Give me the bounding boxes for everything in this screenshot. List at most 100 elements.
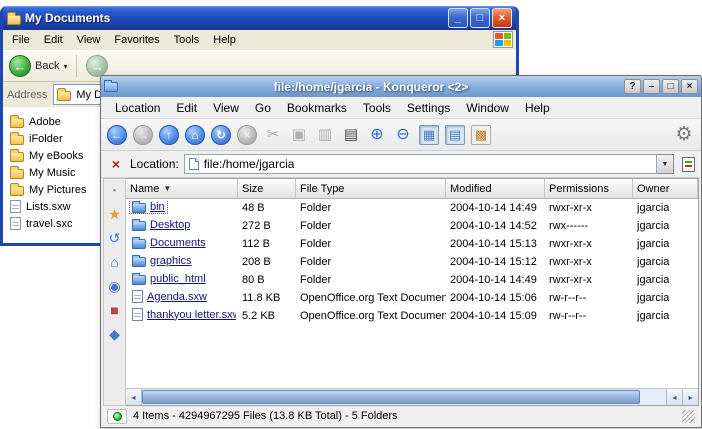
network-icon[interactable]: ◉ [106, 277, 124, 295]
kq-close-button[interactable]: × [681, 79, 698, 94]
history-icon[interactable]: ↺ [106, 229, 124, 247]
xp-menu-favorites[interactable]: Favorites [107, 32, 166, 48]
root-folder-icon[interactable]: ■ [106, 301, 124, 319]
xp-back-label[interactable]: Back [35, 60, 59, 72]
table-row[interactable]: thankyou letter.sxw5.2 KBOpenOffice.org … [126, 307, 698, 325]
table-row[interactable]: Desktop272 BFolder2004-10-14 14:52rwx---… [126, 217, 698, 235]
menu-location[interactable]: Location [107, 99, 168, 117]
zoom-out-icon[interactable]: ⊖ [391, 123, 415, 147]
cell: Folder [296, 220, 446, 232]
file-name-link[interactable]: bin [150, 201, 165, 213]
xp-back-dropdown-icon[interactable]: ▾ [63, 62, 67, 71]
table-row[interactable]: Agenda.sxw11.8 KBOpenOffice.org Text Doc… [126, 289, 698, 307]
column-header-permissions[interactable]: Permissions [545, 179, 633, 198]
column-header-name[interactable]: Name▼ [126, 179, 238, 198]
home-icon[interactable]: ⌂ [183, 123, 207, 147]
column-header-size[interactable]: Size [238, 179, 296, 198]
menu-go[interactable]: Go [247, 99, 279, 117]
xp-minimize-button[interactable]: _ [448, 8, 468, 28]
folder-icon [132, 221, 146, 231]
column-header-file-type[interactable]: File Type [296, 179, 446, 198]
cell: rw-r--r-- [545, 292, 633, 304]
detailed-list-view-icon[interactable]: ▤ [443, 123, 467, 147]
file-name-link[interactable]: thankyou letter.sxw [147, 309, 236, 321]
resize-grip[interactable] [682, 410, 695, 423]
my-documents-window-icon [7, 15, 21, 25]
copy-icon[interactable]: ▣ [287, 123, 311, 147]
paste-icon[interactable]: ▥ [313, 123, 337, 147]
file-name-link[interactable]: Agenda.sxw [147, 291, 207, 303]
sidebar-config-icon[interactable]: ▪ [106, 181, 124, 199]
cell: Folder [296, 202, 446, 214]
scroll-right-button[interactable]: ▸ [682, 389, 698, 405]
table-row[interactable]: Documents112 BFolder2004-10-14 15:13rwxr… [126, 235, 698, 253]
clear-location-icon[interactable]: × [107, 155, 125, 173]
kq-minimize-button[interactable]: – [643, 79, 660, 94]
xp-forward-icon[interactable]: → [86, 55, 108, 77]
file-name-link[interactable]: public_html [150, 273, 206, 285]
location-input[interactable]: file:/home/jgarcia [184, 154, 657, 174]
up-icon[interactable]: ↑ [157, 123, 181, 147]
url-file-icon [189, 158, 199, 170]
kq-help-button[interactable]: ? [624, 79, 641, 94]
horizontal-scrollbar[interactable]: ◂ ◂ ▸ [126, 388, 698, 405]
scrollbar-track[interactable] [640, 389, 666, 405]
menu-window[interactable]: Window [458, 99, 517, 117]
scroll-left-button-2[interactable]: ◂ [666, 389, 682, 405]
xp-menu-tools[interactable]: Tools [167, 32, 207, 48]
xp-menu-file[interactable]: File [5, 32, 37, 48]
file-name-link[interactable]: Documents [150, 237, 206, 249]
table-header: Name▼SizeFile TypeModifiedPermissionsOwn… [126, 179, 698, 199]
table-row[interactable]: bin48 BFolder2004-10-14 14:49rwxr-xr-xjg… [126, 199, 698, 217]
xp-maximize-button[interactable]: □ [470, 8, 490, 28]
xp-menu-help[interactable]: Help [206, 32, 243, 48]
menu-settings[interactable]: Settings [399, 99, 458, 117]
column-header-modified[interactable]: Modified [446, 179, 545, 198]
table-row[interactable]: public_html80 BFolder2004-10-14 14:49rwx… [126, 271, 698, 289]
file-name-link[interactable]: Desktop [150, 219, 190, 231]
location-dropdown-button[interactable]: ▼ [657, 154, 674, 174]
folder-icon [57, 91, 71, 101]
menu-help[interactable]: Help [517, 99, 558, 117]
bookmarks-icon[interactable]: ★ [106, 205, 124, 223]
folder-icon [132, 275, 146, 285]
konqueror-window-title: file:/home/jgarcia - Konqueror <2> [121, 80, 621, 94]
xp-menu-view[interactable]: View [70, 32, 108, 48]
reload-icon[interactable]: ↻ [209, 123, 233, 147]
xp-close-button[interactable]: × [492, 8, 512, 28]
table-body: bin48 BFolder2004-10-14 14:49rwxr-xr-xjg… [126, 199, 698, 388]
menu-bookmarks[interactable]: Bookmarks [279, 99, 355, 117]
cell: 5.2 KB [238, 310, 296, 322]
print-icon[interactable]: ▤ [339, 123, 363, 147]
status-text: 4 Items - 4294967295 Files (13.8 KB Tota… [133, 410, 676, 422]
konqueror-titlebar[interactable]: file:/home/jgarcia - Konqueror <2> ? – □… [101, 76, 701, 97]
column-header-owner[interactable]: Owner [633, 179, 698, 198]
scrollbar-thumb[interactable] [142, 390, 640, 404]
xp-menu-edit[interactable]: Edit [37, 32, 70, 48]
cell: OpenOffice.org Text Document [296, 292, 446, 304]
file-name-link[interactable]: graphics [150, 255, 192, 267]
konqueror-main: ▪ ★ ↺ ⌂ ◉ ■ ◆ Name▼SizeFile TypeModifiedPermis… [103, 178, 699, 406]
xp-titlebar[interactable]: My Documents _ □ × [3, 6, 516, 30]
back-icon[interactable]: ← [105, 123, 129, 147]
menu-tools[interactable]: Tools [355, 99, 399, 117]
cut-icon[interactable]: ✂ [261, 123, 285, 147]
forward-icon[interactable]: → [131, 123, 155, 147]
menu-edit[interactable]: Edit [168, 99, 205, 117]
menu-view[interactable]: View [205, 99, 247, 117]
table-row[interactable]: graphics208 BFolder2004-10-14 15:12rwxr-… [126, 253, 698, 271]
kq-maximize-button[interactable]: □ [662, 79, 679, 94]
folder-icon [10, 152, 24, 162]
cell: jgarcia [633, 292, 698, 304]
cell: 2004-10-14 15:09 [446, 310, 545, 322]
home-folder-icon[interactable]: ⌂ [106, 253, 124, 271]
file-name: My Music [29, 167, 75, 179]
stop-icon[interactable]: × [235, 123, 259, 147]
icon-view-icon[interactable]: ▦ [417, 123, 441, 147]
scroll-left-button[interactable]: ◂ [126, 389, 142, 405]
services-icon[interactable]: ◆ [106, 325, 124, 343]
zoom-in-icon[interactable]: ⊕ [365, 123, 389, 147]
page-status-icon[interactable] [682, 157, 695, 172]
thumbnail-view-icon[interactable]: ▩ [469, 123, 493, 147]
xp-back-icon[interactable]: ← [9, 55, 31, 77]
